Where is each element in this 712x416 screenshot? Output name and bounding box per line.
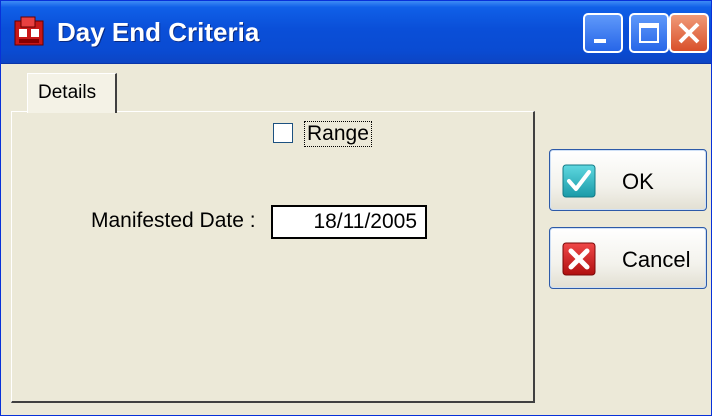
- tab-details-label: Details: [38, 82, 97, 103]
- ok-button[interactable]: OK: [549, 149, 707, 211]
- close-icon: [678, 22, 700, 44]
- range-checkbox-label[interactable]: Range: [304, 121, 372, 147]
- checkmark-icon: [562, 164, 596, 198]
- cancel-button-label: Cancel: [622, 247, 691, 272]
- window-title: Day End Criteria: [57, 17, 260, 47]
- maximize-button[interactable]: [629, 13, 669, 53]
- minimize-icon: [594, 39, 606, 43]
- details-panel: [11, 111, 535, 403]
- manifested-date-field[interactable]: 18/11/2005: [271, 205, 427, 239]
- manifested-date-label: Manifested Date :: [91, 209, 256, 232]
- day-end-criteria-window: Day End Criteria Details Range Manifeste…: [0, 0, 712, 416]
- range-checkbox[interactable]: [273, 123, 293, 143]
- minimize-button[interactable]: [583, 13, 623, 53]
- maximize-icon: [639, 23, 659, 43]
- close-button[interactable]: [669, 13, 709, 53]
- cancel-button[interactable]: Cancel: [549, 227, 707, 289]
- app-icon: [14, 16, 44, 46]
- cancel-x-icon: [562, 242, 596, 276]
- tab-details[interactable]: Details: [27, 73, 117, 113]
- ok-button-label: OK: [622, 169, 654, 194]
- title-bar[interactable]: Day End Criteria: [1, 1, 711, 64]
